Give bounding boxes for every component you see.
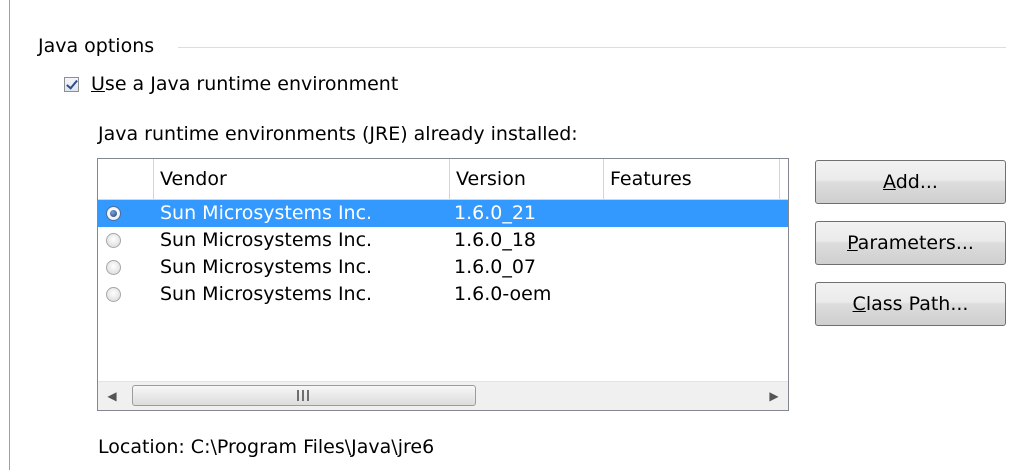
radio-button-icon[interactable]	[106, 233, 121, 248]
parameters-button[interactable]: Parameters...	[815, 221, 1006, 265]
radio-button-icon[interactable]	[106, 206, 121, 221]
version-cell: 1.6.0_07	[454, 256, 537, 278]
version-cell: 1.6.0-oem	[454, 283, 552, 305]
add-button[interactable]: Add...	[815, 160, 1006, 204]
class-path-button[interactable]: Class Path...	[815, 282, 1006, 326]
vendor-cell: Sun Microsystems Inc.	[160, 202, 373, 224]
jre-table[interactable]: Vendor Version Features Sun Microsystems…	[97, 158, 789, 411]
table-header: Vendor Version Features	[98, 159, 788, 200]
use-jre-label: Use a Java runtime environment	[91, 73, 399, 95]
jre-list-label: Java runtime environments (JRE) already …	[98, 123, 578, 145]
column-header-features[interactable]: Features	[604, 159, 780, 199]
column-header-vendor[interactable]: Vendor	[154, 159, 450, 199]
column-header-select[interactable]	[98, 159, 154, 199]
table-row[interactable]: Sun Microsystems Inc. 1.6.0_21	[98, 200, 788, 227]
panel-border	[9, 0, 10, 470]
grip-icon	[297, 390, 309, 401]
location-text: Location: C:\Program Files\Java\jre6	[98, 436, 435, 458]
vendor-cell: Sun Microsystems Inc.	[160, 229, 373, 251]
table-row[interactable]: Sun Microsystems Inc. 1.6.0_07	[98, 254, 788, 281]
scrollbar-thumb[interactable]	[132, 385, 476, 406]
vendor-cell: Sun Microsystems Inc.	[160, 256, 373, 278]
horizontal-scrollbar[interactable]: ◀ ▶	[98, 381, 788, 410]
use-jre-checkbox[interactable]: Use a Java runtime environment	[64, 69, 398, 99]
table-row[interactable]: Sun Microsystems Inc. 1.6.0_18	[98, 227, 788, 254]
version-cell: 1.6.0_21	[454, 202, 537, 224]
radio-button-icon[interactable]	[106, 260, 121, 275]
version-cell: 1.6.0_18	[454, 229, 537, 251]
chevron-left-icon[interactable]: ◀	[98, 382, 126, 410]
checkbox-icon[interactable]	[64, 76, 79, 92]
vendor-cell: Sun Microsystems Inc.	[160, 283, 373, 305]
chevron-right-icon[interactable]: ▶	[760, 382, 788, 410]
java-options-title: Java options	[38, 35, 155, 57]
column-header-version[interactable]: Version	[450, 159, 604, 199]
table-row[interactable]: Sun Microsystems Inc. 1.6.0-oem	[98, 281, 788, 308]
group-separator	[178, 47, 1006, 48]
radio-button-icon[interactable]	[106, 287, 121, 302]
